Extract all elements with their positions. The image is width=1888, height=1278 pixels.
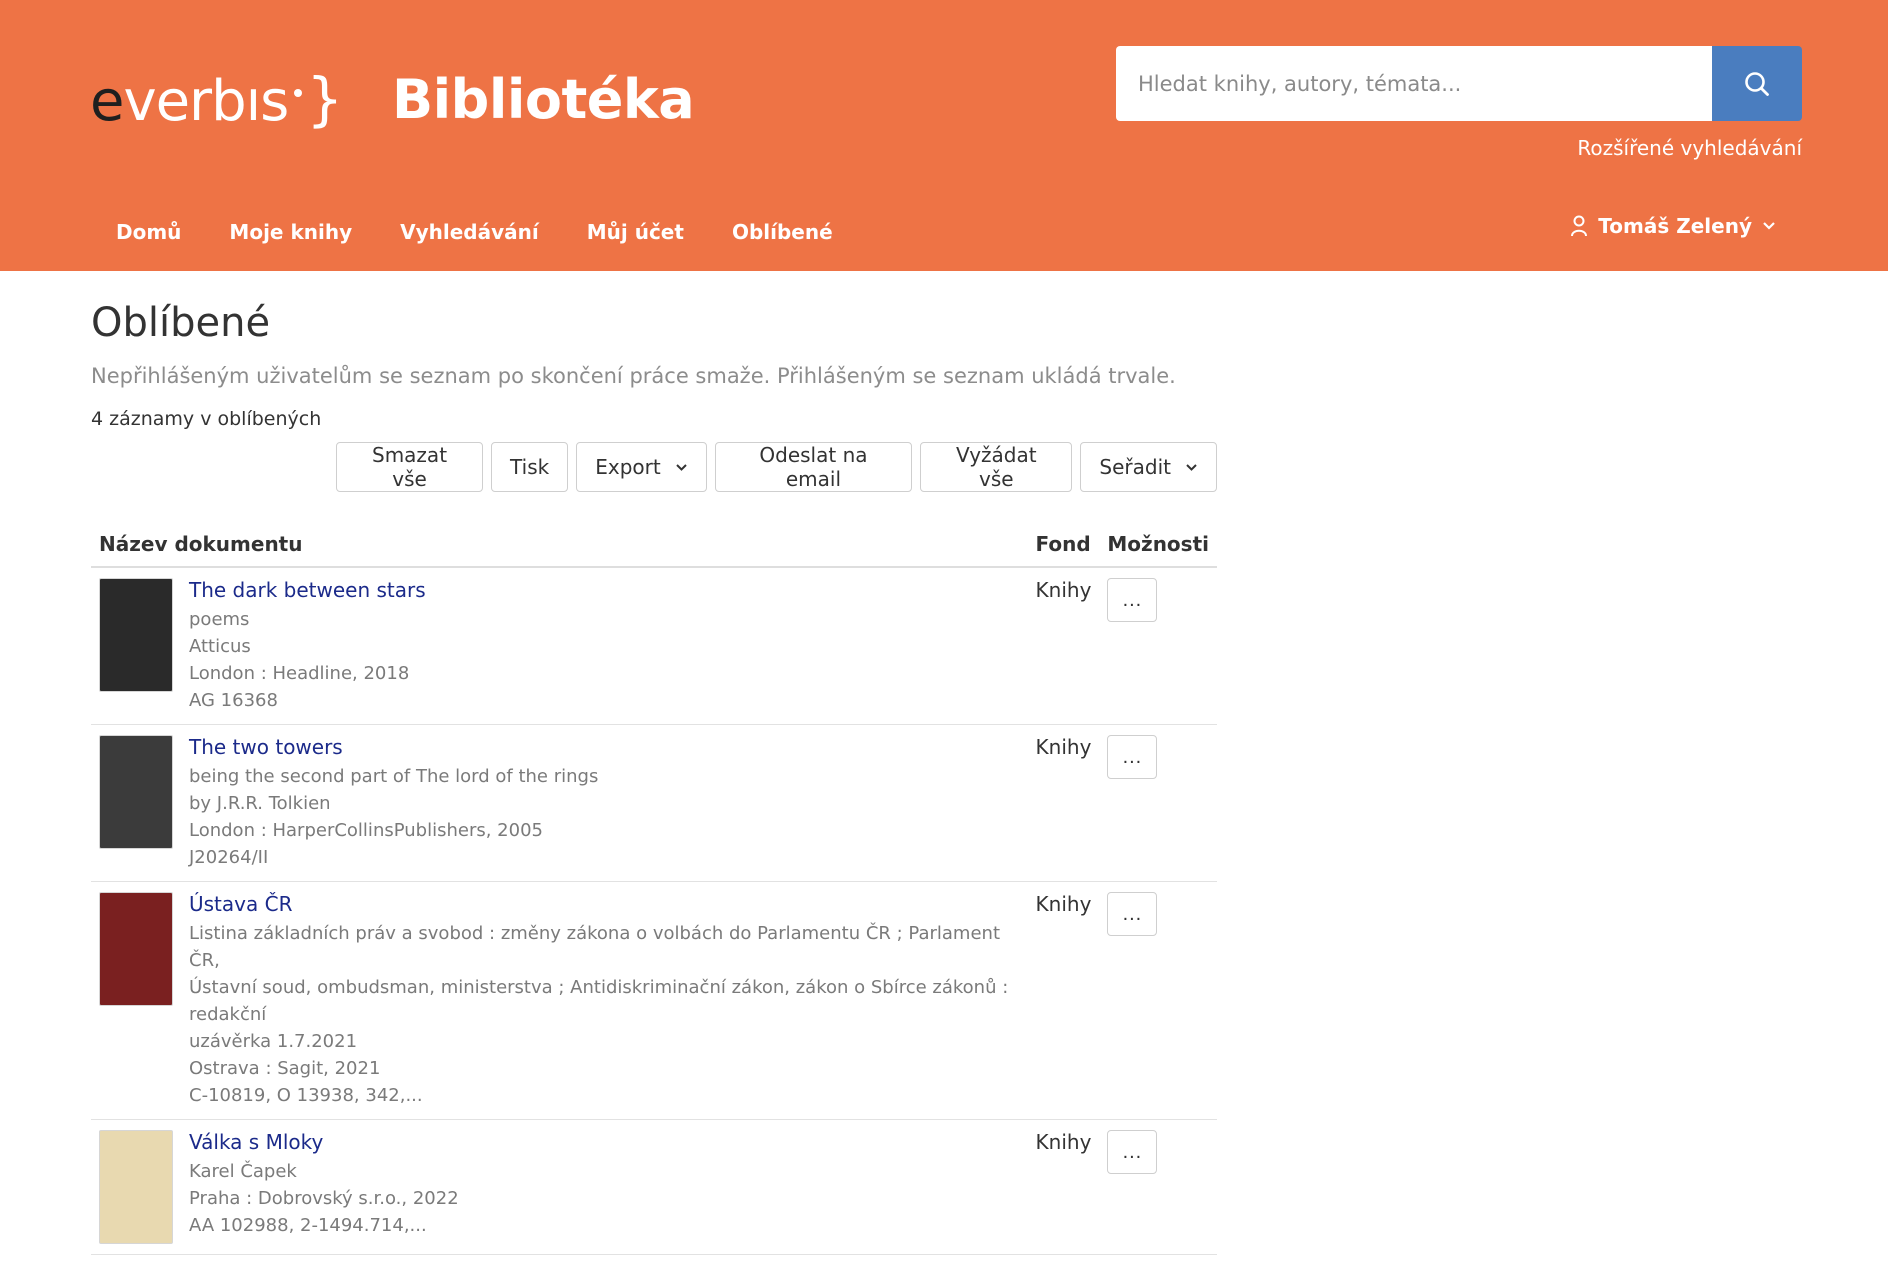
document-detail-line: Listina základních práv a svobod : změny… xyxy=(189,923,1001,971)
chevron-down-icon xyxy=(675,463,687,471)
logo[interactable]: everbıs } xyxy=(90,62,343,142)
site-header: everbıs } Bibliotéka Rozšířené vyhledává… xyxy=(0,0,1888,271)
table-row: Ústava ČR Listina základních práv a svobo… xyxy=(91,881,1217,1120)
more-options-button[interactable]: ... xyxy=(1107,1130,1158,1174)
document-detail-line: London : Headline, 2018 xyxy=(189,663,410,684)
export-button[interactable]: Export xyxy=(576,442,707,492)
print-button[interactable]: Tisk xyxy=(491,442,569,492)
request-all-label: Vyžádat vše xyxy=(956,443,1037,491)
document-detail-line: uzávěrka 1.7.2021 xyxy=(189,1031,358,1052)
logo-wordmark: verbıs xyxy=(123,69,289,134)
advanced-search-link[interactable]: Rozšířené vyhledávání xyxy=(1577,136,1802,160)
document-detail-line: poems xyxy=(189,609,250,630)
logo-e: e xyxy=(90,69,124,134)
record-count: 4 záznamy v oblíbených xyxy=(91,408,322,430)
document-title-link[interactable]: Válka s Mloky xyxy=(189,1130,1020,1154)
column-header-options: Možnosti xyxy=(1099,520,1217,568)
document-detail-line: London : HarperCollinsPublishers, 2005 xyxy=(189,820,543,841)
document-title-link[interactable]: The dark between stars xyxy=(189,578,1020,602)
send-email-button[interactable]: Odeslat na email xyxy=(714,442,913,492)
document-detail-line: J20264/II xyxy=(189,847,269,868)
sort-label: Seřadit xyxy=(1099,455,1171,479)
more-options-button[interactable]: ... xyxy=(1107,578,1158,622)
document-title-link[interactable]: The two towers xyxy=(189,735,1020,759)
document-detail-line: Ostrava : Sagit, 2021 xyxy=(189,1058,381,1079)
column-header-fond: Fond xyxy=(1027,520,1100,568)
nav-item-search[interactable]: Vyhledávání xyxy=(376,214,563,250)
main-content: Oblíbené Nepřihlášeným uživatelům se sez… xyxy=(91,300,1217,1255)
table-row: Válka s Mloky Karel Čapek Praha : Dobrovsk… xyxy=(91,1119,1217,1255)
user-icon xyxy=(1571,215,1588,237)
site-title: Bibliotéka xyxy=(392,68,695,131)
favorites-table: Název dokumentu Fond Možnosti The dark b… xyxy=(91,520,1217,1255)
toolbar: Smazat vše Tisk Export Odeslat na email … xyxy=(336,442,1217,492)
document-detail-line: AG 16368 xyxy=(189,690,278,711)
book-cover-image[interactable] xyxy=(99,892,173,1006)
fond-cell: Knihy xyxy=(1027,1119,1100,1255)
export-label: Export xyxy=(595,455,661,479)
book-cover-image[interactable] xyxy=(99,1130,173,1244)
user-name: Tomáš Zelený xyxy=(1598,214,1752,238)
table-row: The dark between stars poems Atticus London… xyxy=(91,567,1217,725)
document-detail-line: Karel Čapek xyxy=(189,1161,297,1182)
search-icon xyxy=(1745,71,1769,96)
document-detail-line: Ústavní soud, ombudsman, ministerstva ; … xyxy=(189,977,1009,1025)
delete-all-label: Smazat vše xyxy=(372,443,448,491)
sort-button[interactable]: Seřadit xyxy=(1080,442,1217,492)
book-cover-image[interactable] xyxy=(99,578,173,692)
logo-dot-icon xyxy=(294,89,303,97)
nav-item-my-books[interactable]: Moje knihy xyxy=(205,214,376,250)
delete-all-button[interactable]: Smazat vše xyxy=(336,442,484,492)
search-box xyxy=(1116,46,1802,121)
print-label: Tisk xyxy=(510,455,550,479)
send-email-label: Odeslat na email xyxy=(759,443,868,491)
document-detail-line: C-10819, O 13938, 342,... xyxy=(189,1085,423,1106)
chevron-down-icon xyxy=(1186,463,1197,471)
chevron-down-icon xyxy=(1763,222,1775,230)
document-detail-line: AA 102988, 2-1494.714,... xyxy=(189,1215,427,1236)
document-detail-line: Praha : Dobrovský s.r.o., 2022 xyxy=(189,1188,459,1209)
fond-cell: Knihy xyxy=(1027,881,1100,1120)
request-all-button[interactable]: Vyžádat vše xyxy=(920,442,1073,492)
info-text: Nepřihlášeným uživatelům se seznam po sk… xyxy=(91,364,1176,388)
page-title: Oblíbené xyxy=(91,300,271,346)
book-cover-image[interactable] xyxy=(99,735,173,849)
column-header-title: Název dokumentu xyxy=(91,520,1028,568)
nav-item-favorites[interactable]: Oblíbené xyxy=(708,214,857,250)
logo-brace: } xyxy=(306,65,344,133)
document-detail-line: Atticus xyxy=(189,636,251,657)
more-options-button[interactable]: ... xyxy=(1107,735,1158,779)
user-menu[interactable]: Tomáš Zelený xyxy=(1570,214,1776,238)
nav-item-my-account[interactable]: Můj účet xyxy=(563,214,708,250)
main-nav: Domů Moje knihy Vyhledávání Můj účet Obl… xyxy=(92,214,857,250)
document-detail-line: being the second part of The lord of the… xyxy=(189,766,599,787)
search-button[interactable] xyxy=(1712,46,1802,121)
nav-item-home[interactable]: Domů xyxy=(92,214,205,250)
search-input[interactable] xyxy=(1116,46,1712,121)
more-options-button[interactable]: ... xyxy=(1107,892,1158,936)
table-row: The two towers being the second part of T… xyxy=(91,724,1217,882)
fond-cell: Knihy xyxy=(1027,567,1100,725)
document-detail-line: by J.R.R. Tolkien xyxy=(189,793,331,814)
fond-cell: Knihy xyxy=(1027,724,1100,882)
document-title-link[interactable]: Ústava ČR xyxy=(189,892,1020,916)
